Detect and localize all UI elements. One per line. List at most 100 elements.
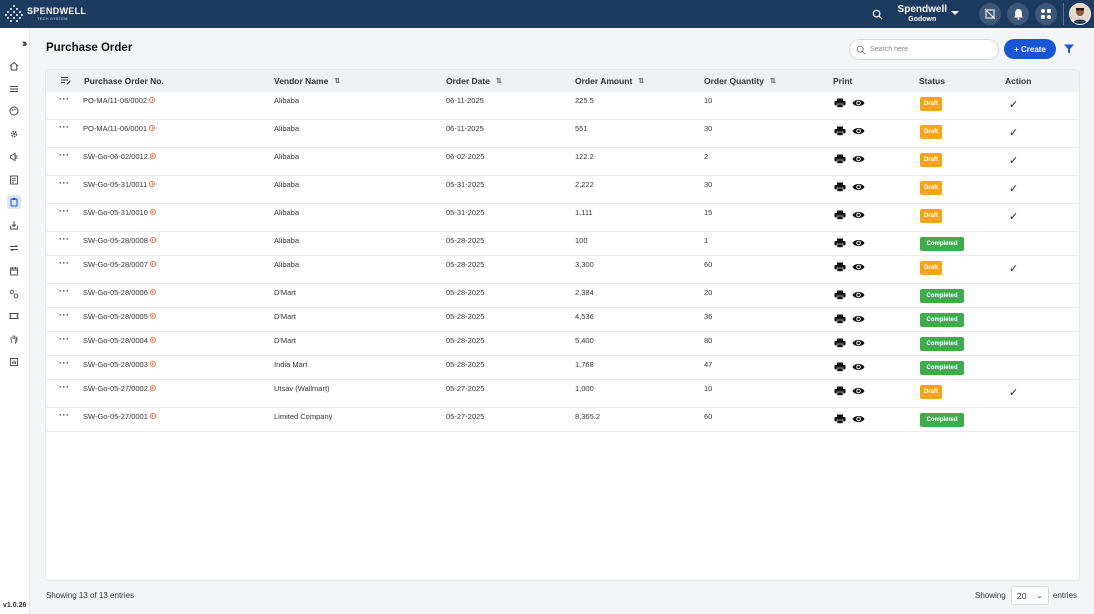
row-more-icon[interactable]: ··· [59, 334, 70, 344]
po-number[interactable]: SW-Go-05-28/0006 [83, 288, 156, 297]
info-icon[interactable] [149, 97, 156, 103]
info-icon[interactable] [149, 385, 156, 391]
view-eye-icon[interactable] [852, 338, 865, 348]
approve-check-icon[interactable]: ✓ [1009, 126, 1018, 139]
search-input[interactable] [870, 46, 990, 53]
row-more-icon[interactable]: ··· [59, 94, 70, 104]
po-number[interactable]: SW-Go-06-02/0012 [83, 152, 156, 161]
scan-button[interactable] [979, 3, 1001, 25]
column-order-quantity[interactable]: Order Quantity ⇅ [704, 76, 776, 86]
view-eye-icon[interactable] [852, 210, 865, 220]
table-row[interactable]: ··· SW-Go-05-28/0008 Alibaba 05-28-2025 100 1… [46, 232, 1079, 256]
po-number[interactable]: SW-Go-05-28/0003 [83, 360, 156, 369]
view-eye-icon[interactable] [852, 314, 865, 324]
row-more-icon[interactable]: ··· [59, 358, 70, 368]
row-more-icon[interactable]: ··· [59, 410, 70, 420]
org-caret-icon[interactable] [951, 11, 959, 15]
global-search-button[interactable] [866, 2, 890, 26]
view-eye-icon[interactable] [852, 238, 865, 248]
print-icon[interactable] [834, 98, 846, 108]
table-row[interactable]: ··· SW-Go-06-02/0012 Alibaba 06-02-2025 122.… [46, 148, 1079, 176]
view-eye-icon[interactable] [852, 414, 865, 424]
approve-check-icon[interactable]: ✓ [1009, 386, 1018, 399]
po-number[interactable]: SW-Go-05-28/0008 [83, 236, 156, 245]
view-eye-icon[interactable] [852, 290, 865, 300]
hand-icon[interactable] [7, 332, 21, 346]
print-icon[interactable] [834, 414, 846, 424]
info-icon[interactable] [149, 261, 156, 267]
calendar-icon[interactable] [7, 264, 21, 278]
row-more-icon[interactable]: ··· [59, 286, 70, 296]
brand-logo[interactable]: SPENDWELL TECH SYSTEM [5, 5, 86, 23]
print-icon[interactable] [834, 182, 846, 192]
create-button[interactable]: + Create [1004, 39, 1056, 59]
sort-icon[interactable]: ⇅ [496, 77, 502, 85]
info-icon[interactable] [149, 237, 156, 243]
po-number[interactable]: SW-Go-05-31/0011 [83, 180, 156, 189]
transfer-icon[interactable] [7, 241, 21, 255]
info-icon[interactable] [149, 337, 156, 343]
table-row[interactable]: ··· SW-Go-05-28/0007 Alibaba 05-28-2025 3,30… [46, 256, 1079, 284]
view-eye-icon[interactable] [852, 262, 865, 272]
info-icon[interactable] [149, 209, 156, 215]
row-more-icon[interactable]: ··· [59, 382, 70, 392]
multi-settings-icon[interactable] [7, 287, 21, 301]
approve-check-icon[interactable]: ✓ [1009, 154, 1018, 167]
view-eye-icon[interactable] [852, 98, 865, 108]
print-icon[interactable] [834, 262, 846, 272]
user-avatar[interactable] [1069, 3, 1091, 25]
home-icon[interactable] [7, 59, 21, 73]
row-more-icon[interactable]: ··· [59, 206, 70, 216]
table-row[interactable]: ··· PO-MA/11-06/0001 Alibaba 06-11-2025 551 3… [46, 120, 1079, 148]
po-number[interactable]: SW-Go-05-28/0004 [83, 336, 156, 345]
table-row[interactable]: ··· PO-MA/11-06/0002 Alibaba 06-11-2025 225.… [46, 92, 1079, 120]
info-icon[interactable] [149, 313, 156, 319]
view-eye-icon[interactable] [852, 386, 865, 396]
column-order-amount[interactable]: Order Amount ⇅ [575, 76, 644, 86]
search-field[interactable] [849, 39, 999, 60]
info-icon[interactable] [149, 361, 156, 367]
table-row[interactable]: ··· SW-Go-05-31/0010 Alibaba 05-31-2025 1,11… [46, 204, 1079, 232]
palette-icon[interactable] [7, 104, 21, 118]
page-size-select[interactable]: 20 ⌄ [1011, 586, 1049, 605]
info-icon[interactable] [149, 153, 156, 159]
view-eye-icon[interactable] [852, 362, 865, 372]
table-row[interactable]: ··· SW-Go-05-27/0002 Utsav (Wallmart) 05-27… [46, 380, 1079, 408]
purchase-order-icon[interactable] [7, 195, 21, 209]
print-icon[interactable] [834, 386, 846, 396]
view-eye-icon[interactable] [852, 126, 865, 136]
po-number[interactable]: PO-MA/11-06/0002 [83, 96, 156, 105]
settings-gear-icon[interactable] [7, 127, 21, 141]
row-more-icon[interactable]: ··· [59, 234, 70, 244]
print-icon[interactable] [834, 338, 846, 348]
table-row[interactable]: ··· SW-Go-05-28/0005 D'Mart 05-28-2025 4,536… [46, 308, 1079, 332]
row-more-icon[interactable]: ··· [59, 310, 70, 320]
approve-check-icon[interactable]: ✓ [1009, 262, 1018, 275]
table-row[interactable]: ··· SW-Go-05-27/0001 Limited Company 05-27-… [46, 408, 1079, 432]
print-icon[interactable] [834, 362, 846, 372]
approve-check-icon[interactable]: ✓ [1009, 210, 1018, 223]
table-row[interactable]: ··· SW-Go-05-28/0003 India Mart 05-28-2025 1… [46, 356, 1079, 380]
report-icon[interactable] [7, 355, 21, 369]
po-number[interactable]: SW-Go-05-27/0001 [83, 412, 156, 421]
filter-icon[interactable] [1063, 43, 1075, 55]
sort-icon[interactable]: ⇅ [638, 77, 644, 85]
row-more-icon[interactable]: ··· [59, 178, 70, 188]
row-more-icon[interactable]: ··· [59, 150, 70, 160]
row-more-icon[interactable]: ··· [59, 122, 70, 132]
menu-icon[interactable] [7, 82, 21, 96]
print-icon[interactable] [834, 126, 846, 136]
column-edit-icon[interactable] [60, 76, 71, 86]
print-icon[interactable] [834, 314, 846, 324]
column-vendor-name[interactable]: Vendor Name ⇅ [274, 76, 340, 86]
ticket-icon[interactable] [7, 309, 21, 323]
table-row[interactable]: ··· SW-Go-05-31/0011 Alibaba 05-31-2025 2,22… [46, 176, 1079, 204]
info-icon[interactable] [149, 181, 156, 187]
print-icon[interactable] [834, 154, 846, 164]
expand-sidebar-icon[interactable]: ›› [22, 38, 28, 50]
notifications-button[interactable] [1007, 3, 1029, 25]
apps-button[interactable] [1035, 3, 1057, 25]
table-row[interactable]: ··· SW-Go-05-28/0004 D'Mart 05-28-2025 5,400… [46, 332, 1079, 356]
print-icon[interactable] [834, 238, 846, 248]
po-number[interactable]: SW-Go-05-31/0010 [83, 208, 156, 217]
